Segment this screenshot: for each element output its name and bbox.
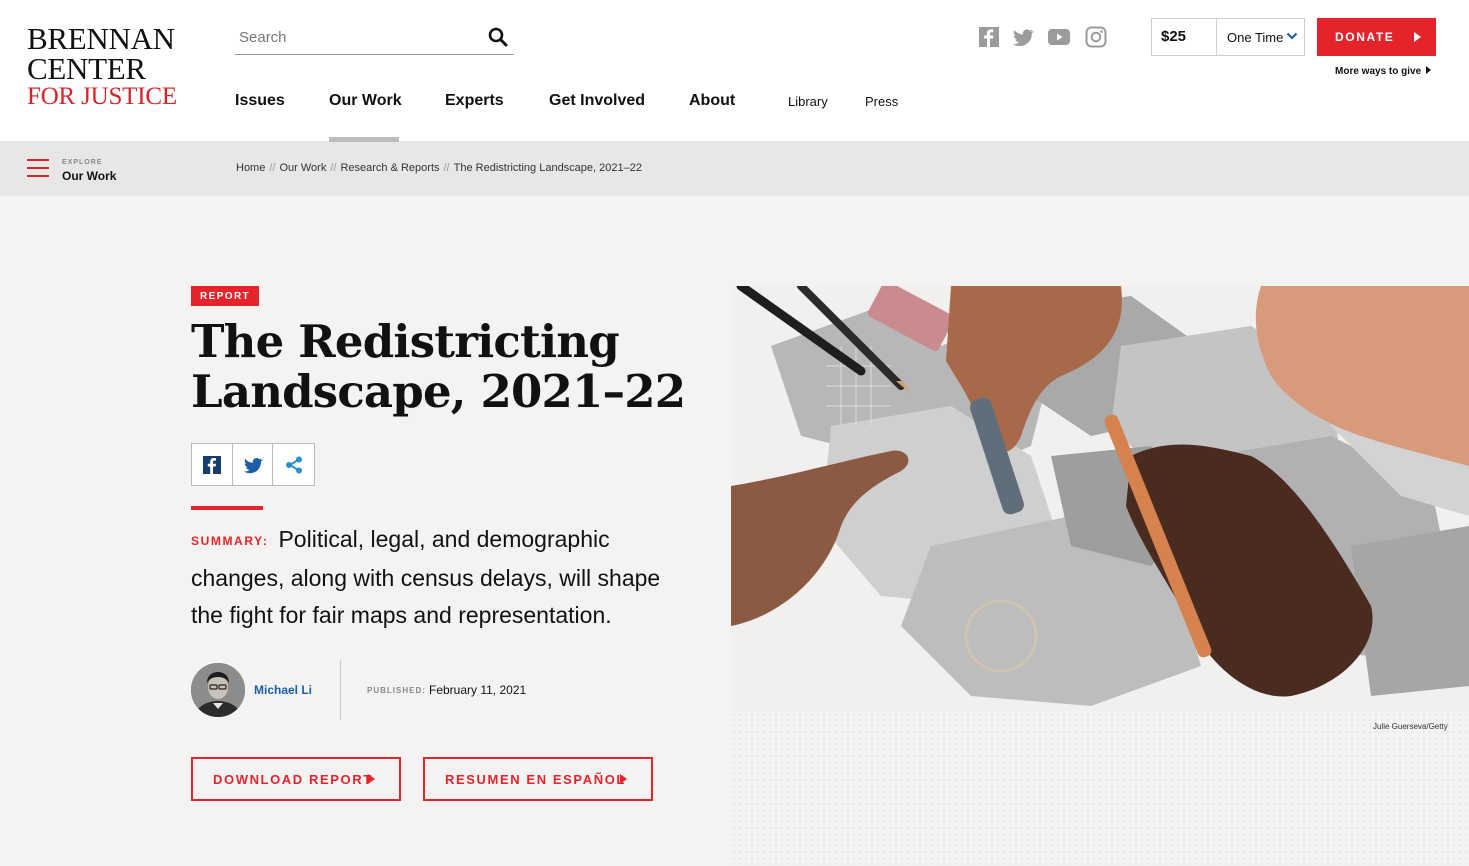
share-buttons bbox=[191, 443, 315, 486]
nav-experts[interactable]: Experts bbox=[445, 92, 504, 110]
more-ways-label: More ways to give bbox=[1335, 66, 1422, 77]
author-link[interactable]: Michael Li bbox=[254, 683, 312, 697]
more-ways-to-give-link[interactable]: More ways to give bbox=[1335, 66, 1432, 77]
image-credit: Julie Guerseva/Getty bbox=[1373, 722, 1448, 731]
play-arrow-icon bbox=[620, 774, 627, 784]
hamburger-menu-icon[interactable] bbox=[27, 159, 49, 177]
summary-text: SUMMARY: Political, legal, and demographi… bbox=[191, 521, 681, 634]
donation-selector: $25 One Time bbox=[1151, 18, 1305, 56]
share-icon bbox=[285, 456, 302, 473]
page-title: The Redistricting Landscape, 2021–22 bbox=[191, 315, 686, 418]
dot-pattern-background bbox=[731, 711, 1469, 866]
breadcrumb-home[interactable]: Home bbox=[236, 162, 265, 174]
site-header: BRENNAN CENTER FOR JUSTICE Issues Our Wo… bbox=[0, 0, 1469, 142]
summary-label: SUMMARY: bbox=[191, 534, 269, 548]
breadcrumb: Home//Our Work//Research & Reports//The … bbox=[236, 162, 642, 174]
breadcrumb-current: The Redistricting Landscape, 2021–22 bbox=[453, 162, 642, 174]
nav-press[interactable]: Press bbox=[865, 94, 898, 109]
nav-about[interactable]: About bbox=[689, 92, 735, 110]
instagram-icon[interactable] bbox=[1085, 26, 1107, 53]
hands-drawing-map-illustration bbox=[731, 286, 1469, 711]
resumen-espanol-button[interactable]: RESUMEN EN ESPAÑOL bbox=[423, 757, 653, 801]
published-label: PUBLISHED: bbox=[367, 686, 426, 695]
search-icon[interactable] bbox=[488, 27, 508, 47]
play-arrow-icon bbox=[1414, 32, 1421, 42]
twitter-icon bbox=[243, 457, 263, 473]
youtube-icon[interactable] bbox=[1048, 26, 1070, 53]
breadcrumb-research-reports[interactable]: Research & Reports bbox=[340, 162, 439, 174]
nav-get-involved[interactable]: Get Involved bbox=[549, 92, 645, 110]
brennan-logo[interactable]: BRENNAN CENTER FOR JUSTICE bbox=[27, 21, 177, 110]
avatar[interactable] bbox=[191, 663, 245, 717]
nav-our-work[interactable]: Our Work bbox=[329, 92, 402, 110]
resumen-espanol-label: RESUMEN EN ESPAÑOL bbox=[445, 772, 626, 787]
breadcrumb-separator: // bbox=[330, 162, 337, 174]
donation-frequency-select[interactable]: One Time bbox=[1218, 19, 1305, 55]
explore-label: EXPLORE bbox=[62, 159, 103, 166]
breadcrumb-separator: // bbox=[443, 162, 450, 174]
donate-button[interactable]: DONATE bbox=[1317, 18, 1436, 56]
accent-divider bbox=[191, 506, 263, 510]
report-badge: REPORT bbox=[191, 286, 260, 306]
share-twitter-button[interactable] bbox=[233, 444, 274, 485]
facebook-icon bbox=[202, 455, 221, 474]
breadcrumb-separator: // bbox=[269, 162, 276, 174]
facebook-icon[interactable] bbox=[978, 26, 1000, 53]
breadcrumb-bar: EXPLORE Our Work Home//Our Work//Researc… bbox=[0, 142, 1469, 196]
nav-library[interactable]: Library bbox=[788, 94, 828, 109]
share-facebook-button[interactable] bbox=[192, 444, 233, 485]
twitter-icon[interactable] bbox=[1012, 26, 1034, 53]
breadcrumb-our-work[interactable]: Our Work bbox=[279, 162, 326, 174]
published-date: February 11, 2021 bbox=[429, 683, 527, 697]
donation-frequency-value: One Time bbox=[1227, 30, 1284, 45]
logo-line-2: CENTER bbox=[27, 50, 146, 86]
donation-amount-field[interactable]: $25 bbox=[1152, 19, 1217, 55]
donate-button-label: DONATE bbox=[1335, 30, 1395, 44]
chevron-down-icon bbox=[1286, 32, 1298, 40]
divider bbox=[340, 660, 341, 720]
nav-issues[interactable]: Issues bbox=[235, 92, 285, 110]
logo-line-3: FOR JUSTICE bbox=[27, 82, 177, 110]
play-arrow-icon bbox=[368, 774, 375, 784]
download-report-button[interactable]: DOWNLOAD REPORT bbox=[191, 757, 401, 801]
search-bar bbox=[235, 21, 514, 55]
hero-image bbox=[731, 286, 1469, 711]
logo-line-1: BRENNAN bbox=[27, 21, 175, 56]
search-input[interactable] bbox=[235, 21, 475, 53]
play-arrow-icon bbox=[1426, 66, 1432, 74]
share-link-button[interactable] bbox=[273, 444, 314, 485]
download-report-label: DOWNLOAD REPORT bbox=[213, 772, 373, 787]
explore-section[interactable]: Our Work bbox=[62, 169, 116, 183]
